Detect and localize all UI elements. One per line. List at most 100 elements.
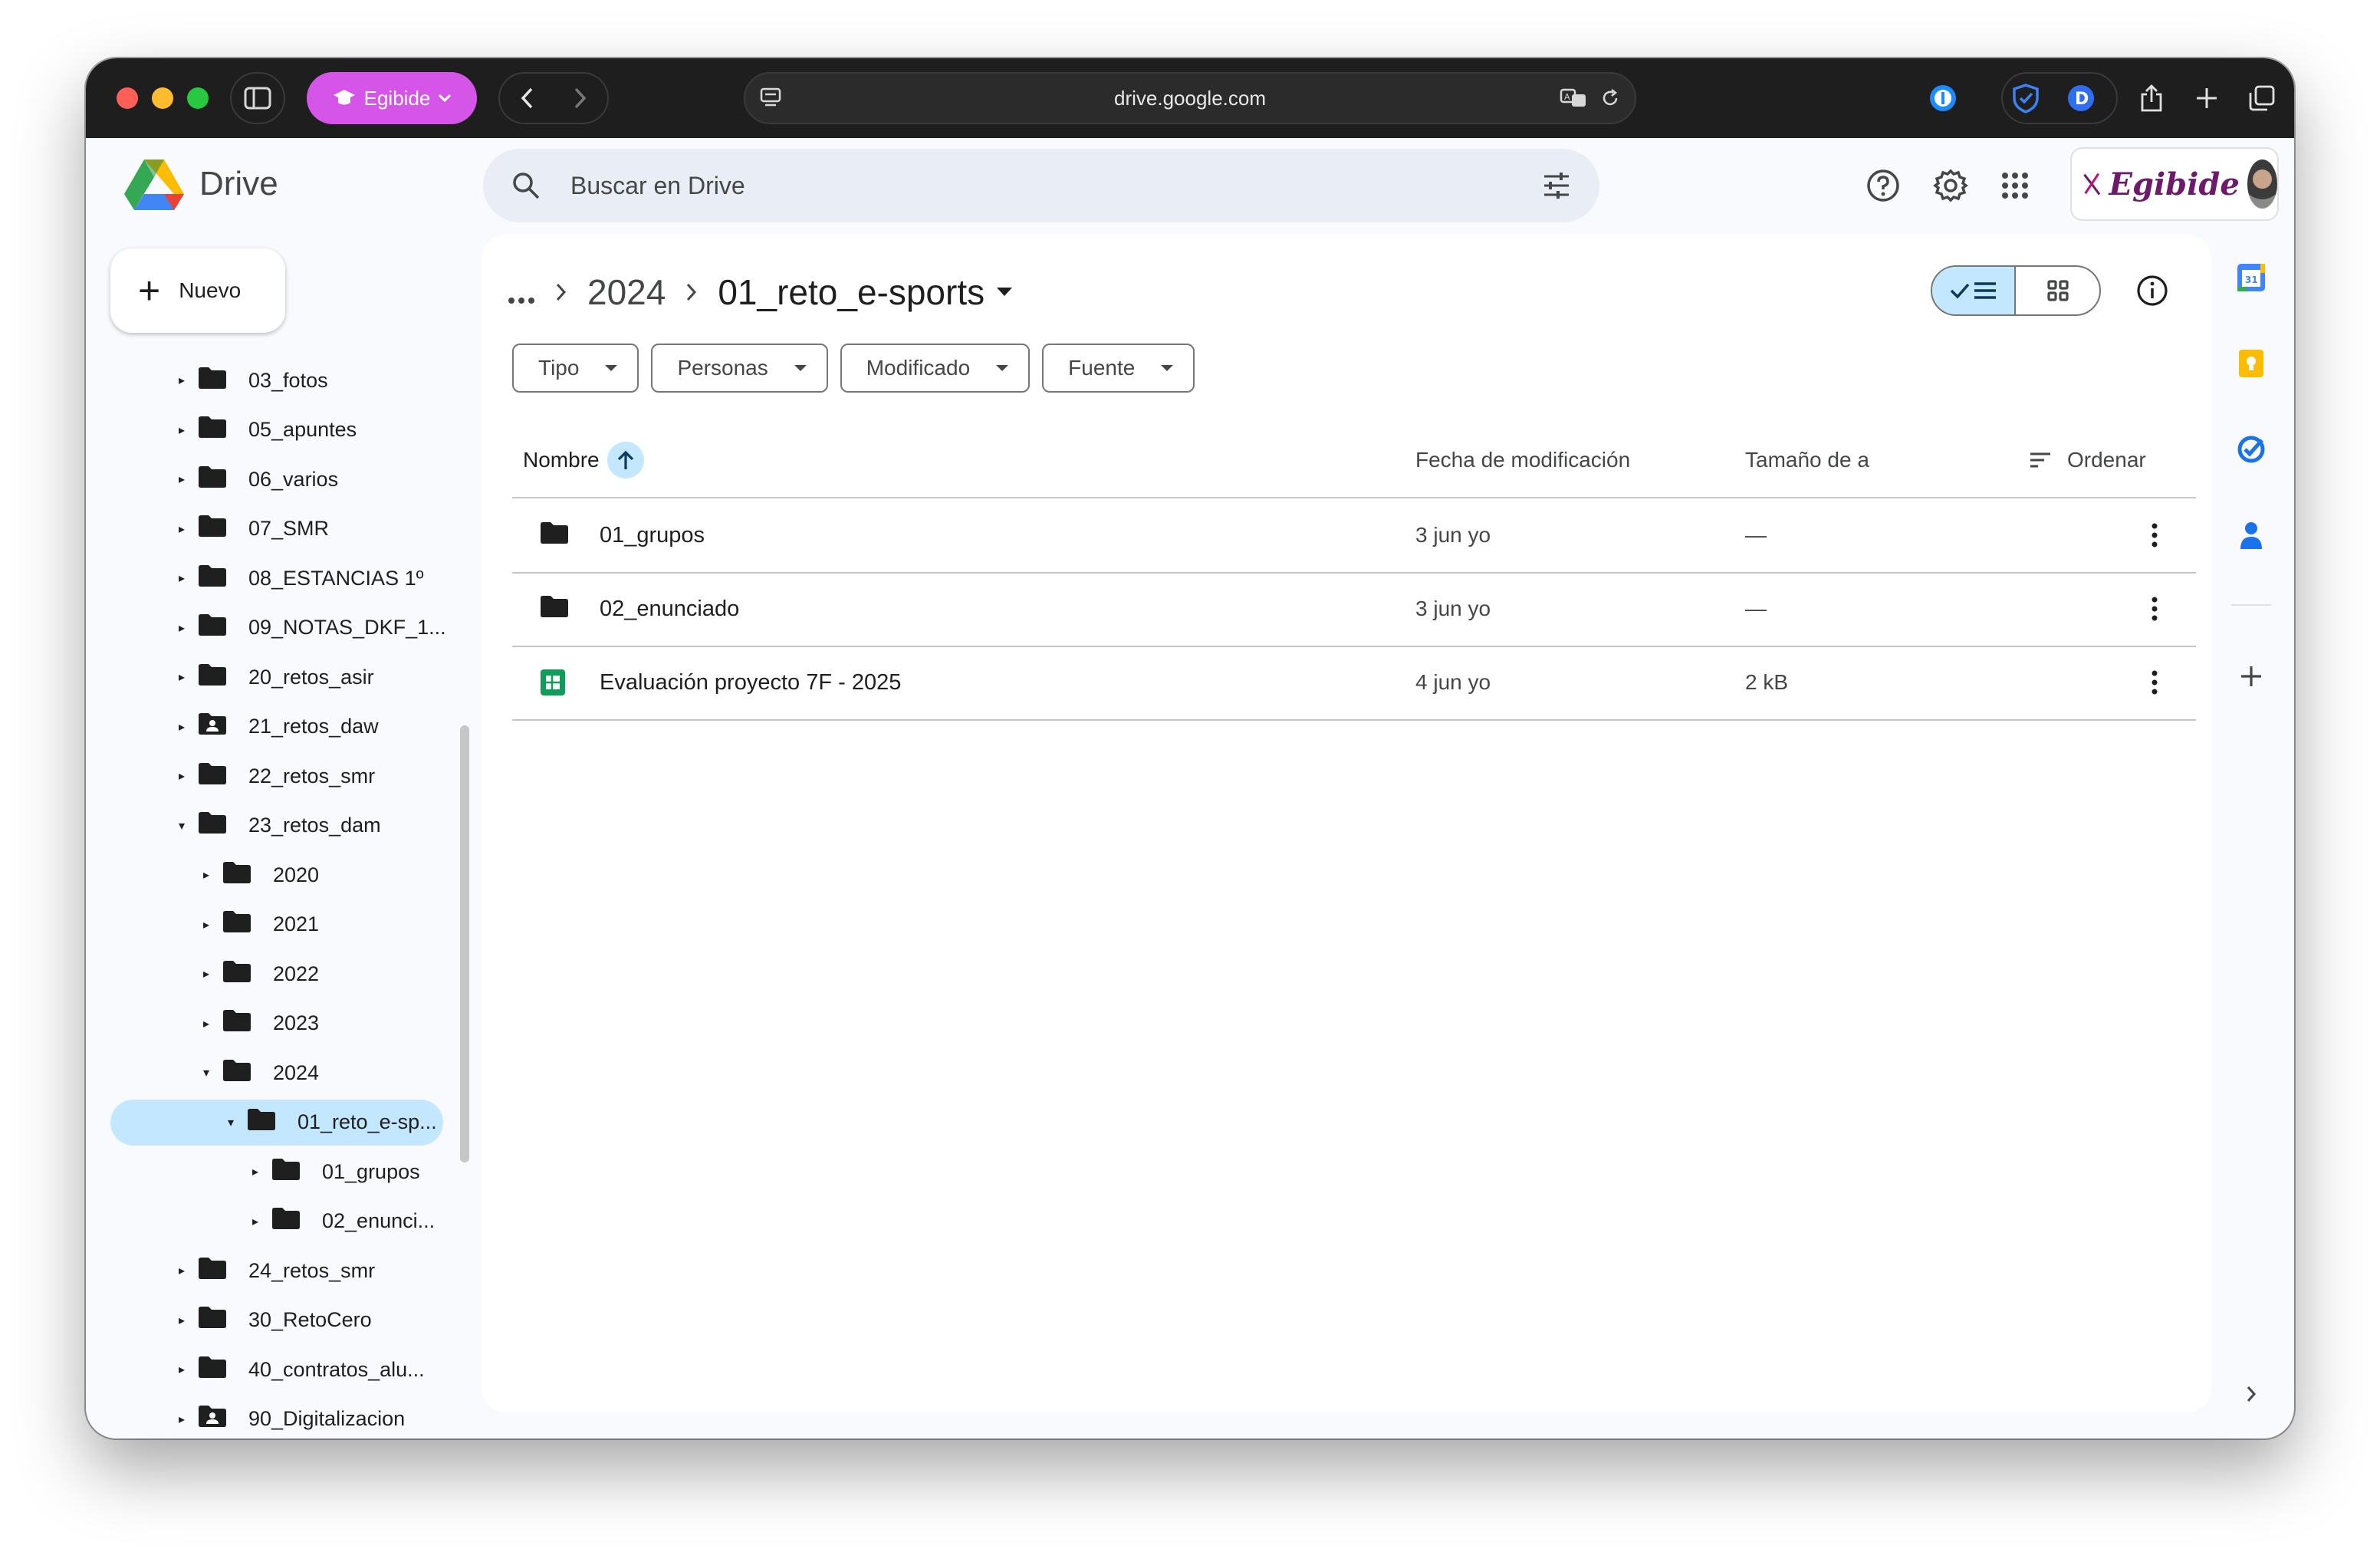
- file-name[interactable]: 01_grupos: [600, 498, 705, 572]
- forward-button[interactable]: [554, 74, 607, 123]
- sidebar-tree-item[interactable]: ▸ 01_grupos: [245, 1149, 420, 1195]
- contacts-addon[interactable]: [2233, 517, 2270, 554]
- sidebar-tree-item[interactable]: ▸ 07_SMR: [172, 506, 329, 552]
- caret-down-icon[interactable]: ▾: [221, 1115, 241, 1130]
- d-extension[interactable]: D: [2066, 83, 2096, 113]
- sidebar-tree-item[interactable]: ▸ 2022: [196, 951, 319, 997]
- caret-right-icon[interactable]: ▸: [196, 867, 216, 883]
- sidebar-tree-item[interactable]: ▾ 2024: [196, 1050, 319, 1096]
- sidebar-toggle-button[interactable]: [230, 72, 285, 124]
- more-actions-button[interactable]: [2138, 518, 2171, 552]
- sidebar-tree-item[interactable]: ▸ 30_RetoCero: [172, 1297, 372, 1343]
- caret-down-icon[interactable]: ▾: [196, 1065, 216, 1080]
- password-manager-extension[interactable]: [1928, 83, 1958, 113]
- caret-right-icon[interactable]: ▸: [172, 620, 192, 636]
- more-actions-button[interactable]: [2138, 666, 2171, 699]
- sort-button[interactable]: Ordenar: [2029, 423, 2146, 497]
- caret-right-icon[interactable]: ▸: [172, 669, 192, 685]
- search-bar[interactable]: Buscar en Drive: [483, 149, 1599, 222]
- caret-right-icon[interactable]: ▸: [172, 768, 192, 784]
- sidebar-tree-item[interactable]: ▸ 05_apuntes: [172, 407, 357, 453]
- caret-right-icon[interactable]: ▸: [172, 719, 192, 735]
- zoom-window-button[interactable]: [187, 87, 209, 109]
- new-button[interactable]: + Nuevo: [110, 248, 285, 333]
- list-view-button[interactable]: [1932, 267, 2017, 314]
- search-input[interactable]: Buscar en Drive: [570, 172, 745, 200]
- caret-right-icon[interactable]: ▸: [172, 570, 192, 586]
- search-options-icon[interactable]: [1541, 170, 1572, 201]
- vpn-extension[interactable]: [2010, 83, 2041, 113]
- sidebar-tree-item[interactable]: ▾ 01_reto_e-sp...: [110, 1099, 443, 1146]
- avatar[interactable]: [2247, 159, 2277, 209]
- breadcrumb-item-parent[interactable]: 2024: [587, 271, 666, 313]
- tab-overview-button[interactable]: [2247, 83, 2277, 113]
- sidebar-tree-item[interactable]: ▸ 2023: [196, 1001, 319, 1047]
- caret-right-icon[interactable]: ▸: [172, 1362, 192, 1377]
- close-window-button[interactable]: [117, 87, 138, 109]
- filter-chip[interactable]: Tipo: [512, 344, 639, 393]
- reload-icon[interactable]: [1599, 87, 1621, 109]
- caret-right-icon[interactable]: ▸: [245, 1214, 265, 1229]
- sidebar-tree-item[interactable]: ▸ 22_retos_smr: [172, 753, 375, 799]
- sidebar-tree-item[interactable]: ▸ 20_retos_asir: [172, 654, 374, 700]
- filter-chip[interactable]: Personas: [651, 344, 828, 393]
- address-bar[interactable]: drive.google.com A: [744, 72, 1636, 124]
- table-row[interactable]: 01_grupos 3 jun yo —: [512, 498, 2196, 572]
- caret-right-icon[interactable]: ▸: [172, 1263, 192, 1278]
- filter-chip[interactable]: Modificado: [840, 344, 1031, 393]
- sidebar-tree-item[interactable]: ▸ 06_varios: [172, 456, 338, 502]
- sidebar-tree-item[interactable]: ▸ 21_retos_daw: [172, 704, 379, 750]
- sidebar-tree-item[interactable]: ▸ 24_retos_smr: [172, 1248, 375, 1294]
- table-row[interactable]: 02_enunciado 3 jun yo —: [512, 572, 2196, 646]
- sort-direction-button[interactable]: [607, 442, 644, 478]
- sidebar-tree-item[interactable]: ▸ 40_contratos_alu...: [172, 1346, 425, 1393]
- caret-right-icon[interactable]: ▸: [172, 1313, 192, 1328]
- caret-right-icon[interactable]: ▸: [172, 373, 192, 388]
- caret-right-icon[interactable]: ▸: [172, 1412, 192, 1427]
- sidebar-tree-item[interactable]: ▸ 08_ESTANCIAS 1º: [172, 555, 423, 601]
- sidebar-tree-item[interactable]: ▸ 90_Digitalizacion: [172, 1396, 405, 1439]
- show-side-panel-button[interactable]: [2233, 1376, 2270, 1412]
- caret-right-icon[interactable]: ▸: [172, 423, 192, 438]
- new-tab-button[interactable]: [2191, 83, 2222, 113]
- keep-addon[interactable]: [2233, 345, 2270, 382]
- settings-button[interactable]: [1931, 166, 1971, 206]
- get-addons-button[interactable]: [2233, 658, 2270, 695]
- sidebar-tree-item[interactable]: ▸ 03_fotos: [172, 357, 328, 403]
- breadcrumb-overflow-button[interactable]: [508, 271, 535, 313]
- tasks-addon[interactable]: [2233, 431, 2270, 468]
- caret-right-icon[interactable]: ▸: [196, 917, 216, 932]
- sidebar-tree-item[interactable]: ▸ 2020: [196, 852, 319, 898]
- profile-switcher[interactable]: Egibide: [307, 72, 477, 124]
- sidebar-scrollbar[interactable]: [460, 725, 469, 1162]
- caret-right-icon[interactable]: ▸: [172, 472, 192, 487]
- apps-button[interactable]: [1995, 166, 2035, 206]
- share-button[interactable]: [2136, 83, 2167, 113]
- sidebar-tree-item[interactable]: ▾ 23_retos_dam: [172, 803, 381, 849]
- filter-chip[interactable]: Fuente: [1042, 344, 1195, 393]
- file-name[interactable]: Evaluación proyecto 7F - 2025: [600, 646, 901, 719]
- info-icon[interactable]: [2135, 273, 2170, 308]
- more-actions-button[interactable]: [2138, 592, 2171, 626]
- back-button[interactable]: [500, 74, 554, 123]
- caret-down-icon[interactable]: ▾: [172, 818, 192, 834]
- caret-right-icon[interactable]: ▸: [196, 1016, 216, 1031]
- breadcrumb-current-folder[interactable]: 01_reto_e-sports: [718, 271, 1013, 313]
- drive-logo[interactable]: Drive: [124, 158, 278, 210]
- caret-right-icon[interactable]: ▸: [172, 521, 192, 537]
- sidebar-tree-item[interactable]: ▸ 2021: [196, 902, 319, 948]
- sidebar-tree-item[interactable]: ▸ 09_NOTAS_DKF_1...: [172, 605, 446, 651]
- column-header-size[interactable]: Tamaño de a: [1745, 423, 1869, 497]
- grid-view-button[interactable]: [2016, 267, 2099, 314]
- calendar-addon[interactable]: 31: [2233, 259, 2270, 296]
- caret-right-icon[interactable]: ▸: [245, 1164, 265, 1179]
- file-name[interactable]: 02_enunciado: [600, 572, 739, 646]
- search-icon[interactable]: [511, 170, 541, 201]
- help-button[interactable]: [1863, 166, 1903, 206]
- translate-icon[interactable]: A: [1560, 87, 1587, 110]
- account-switcher[interactable]: Egibide: [2070, 147, 2279, 221]
- column-header-modified[interactable]: Fecha de modificación: [1415, 423, 1630, 497]
- table-row[interactable]: Evaluación proyecto 7F - 2025 4 jun yo 2 k…: [512, 646, 2196, 719]
- sidebar-tree-item[interactable]: ▸ 02_enunci...: [245, 1199, 435, 1245]
- minimize-window-button[interactable]: [152, 87, 173, 109]
